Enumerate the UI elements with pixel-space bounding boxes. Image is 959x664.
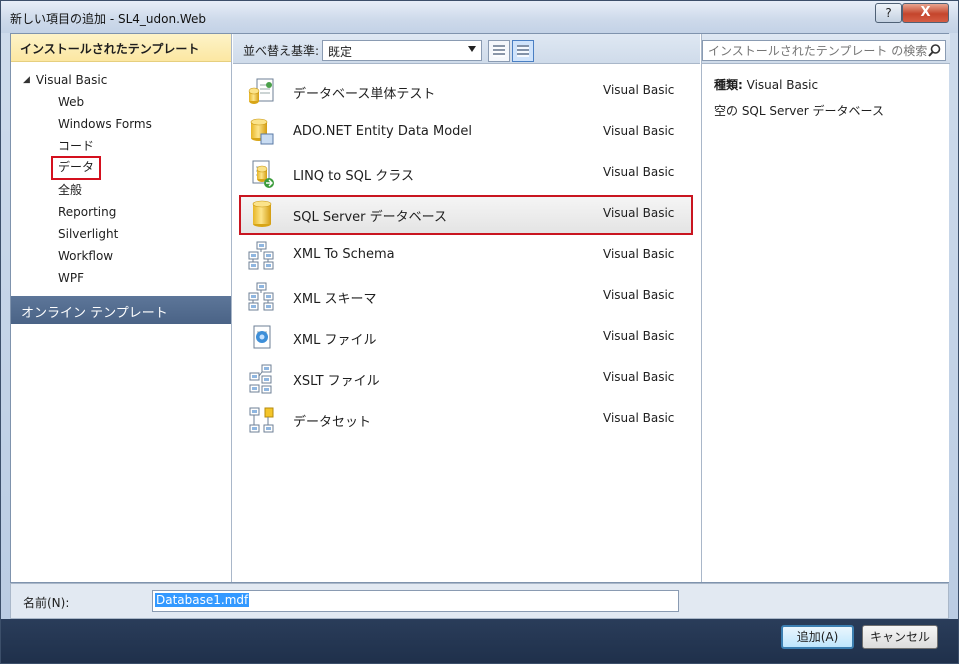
- dialog-content: インストールされたテンプレート ◢ Visual Basic Web Window…: [10, 33, 950, 583]
- template-language: Visual Basic: [603, 206, 675, 220]
- template-description: 空の SQL Server データベース: [714, 104, 884, 118]
- grid-view-icon: [493, 45, 505, 57]
- sort-toolbar: 並べ替え基準: 既定: [233, 34, 700, 64]
- tree-item[interactable]: コード: [58, 136, 94, 156]
- template-item[interactable]: XML To Schema Visual Basic: [239, 236, 693, 276]
- database-unit-test-icon: [247, 77, 277, 107]
- tree-item[interactable]: 全般: [58, 180, 82, 200]
- template-item[interactable]: ADO.NET Entity Data Model Visual Basic: [239, 113, 693, 153]
- chevron-down-icon: [468, 46, 476, 52]
- type-label: 種類:: [714, 78, 743, 92]
- template-language: Visual Basic: [603, 124, 675, 138]
- template-item[interactable]: データセット Visual Basic: [239, 400, 693, 440]
- template-language: Visual Basic: [603, 165, 675, 179]
- template-language: Visual Basic: [603, 329, 675, 343]
- template-name: XML ファイル: [293, 333, 377, 348]
- tree-item[interactable]: Silverlight: [58, 224, 118, 244]
- template-item[interactable]: XSLT ファイル Visual Basic: [239, 359, 693, 399]
- template-name: XML スキーマ: [293, 292, 377, 307]
- template-name: XML To Schema: [293, 247, 395, 262]
- tree-item[interactable]: WPF: [58, 268, 84, 288]
- template-item[interactable]: SQL Server データベース Visual Basic: [239, 195, 693, 235]
- cancel-button[interactable]: キャンセル: [862, 625, 938, 649]
- tree-root-visual-basic[interactable]: ◢ Visual Basic: [23, 73, 107, 87]
- search-icon[interactable]: [928, 44, 941, 57]
- name-label: 名前(N):: [23, 596, 70, 610]
- add-new-item-dialog: 新しい項目の追加 - SL4_udon.Web ? X インストールされたテンプ…: [0, 0, 959, 664]
- template-item[interactable]: データベース単体テスト Visual Basic: [239, 72, 693, 112]
- template-item[interactable]: LINQ to SQL クラス Visual Basic: [239, 154, 693, 194]
- template-category-pane: インストールされたテンプレート ◢ Visual Basic Web Window…: [11, 34, 232, 582]
- template-name: SQL Server データベース: [293, 210, 447, 225]
- template-language: Visual Basic: [603, 411, 675, 425]
- template-name: データセット: [293, 415, 372, 430]
- help-button[interactable]: ?: [875, 3, 902, 23]
- template-item[interactable]: XML スキーマ Visual Basic: [239, 277, 693, 317]
- dataset-icon: [247, 405, 277, 435]
- xml-schema-icon: [247, 282, 277, 312]
- list-view-icon: [517, 45, 529, 57]
- linq-to-sql-icon: [247, 159, 277, 189]
- type-value: Visual Basic: [746, 78, 819, 92]
- template-language: Visual Basic: [603, 370, 675, 384]
- tree-item[interactable]: Reporting: [58, 202, 116, 222]
- tree-item[interactable]: データ: [51, 156, 102, 180]
- sort-selected-value: 既定: [328, 45, 353, 59]
- template-item[interactable]: XML ファイル Visual Basic: [239, 318, 693, 358]
- add-button[interactable]: 追加(A): [781, 625, 854, 649]
- list-view-button[interactable]: [512, 40, 534, 62]
- template-name: ADO.NET Entity Data Model: [293, 124, 473, 139]
- xslt-file-icon: [247, 364, 277, 394]
- template-language: Visual Basic: [603, 247, 675, 261]
- xml-schema-icon: [247, 241, 277, 271]
- sql-database-icon: [247, 200, 277, 230]
- search-bar: [702, 34, 950, 64]
- entity-data-model-icon: [247, 118, 277, 148]
- template-name: XSLT ファイル: [293, 374, 380, 389]
- type-info: 種類: Visual Basic: [714, 76, 818, 93]
- template-language: Visual Basic: [603, 288, 675, 302]
- installed-templates-header[interactable]: インストールされたテンプレート: [11, 34, 231, 62]
- sort-label: 並べ替え基準:: [243, 44, 320, 58]
- collapse-arrow-icon[interactable]: ◢: [23, 75, 30, 85]
- search-input[interactable]: [702, 40, 946, 61]
- name-row: 名前(N): Database1.mdf: [10, 583, 949, 619]
- template-language: Visual Basic: [603, 83, 675, 97]
- title-bar: 新しい項目の追加 - SL4_udon.Web ? X: [1, 1, 958, 33]
- template-list-pane: 並べ替え基準: 既定 データベース単体テスト Visual Basic ADO.…: [233, 34, 700, 582]
- tree-item[interactable]: Web: [58, 92, 84, 112]
- close-button[interactable]: X: [902, 3, 949, 23]
- name-input[interactable]: Database1.mdf: [152, 590, 679, 612]
- xml-file-icon: [247, 323, 277, 353]
- tree-root-label: Visual Basic: [35, 73, 108, 87]
- tree-item[interactable]: Workflow: [58, 246, 113, 266]
- online-templates-header[interactable]: オンライン テンプレート: [11, 296, 231, 324]
- name-input-value: Database1.mdf: [155, 593, 250, 607]
- medium-icons-view-button[interactable]: [488, 40, 510, 62]
- sort-dropdown[interactable]: 既定: [322, 40, 482, 61]
- tree-item[interactable]: Windows Forms: [58, 114, 152, 134]
- template-name: LINQ to SQL クラス: [293, 169, 414, 184]
- button-bar: 追加(A) キャンセル: [1, 619, 958, 663]
- window-title: 新しい項目の追加 - SL4_udon.Web: [10, 12, 207, 26]
- template-details-pane: 種類: Visual Basic 空の SQL Server データベース: [701, 34, 950, 582]
- template-name: データベース単体テスト: [293, 87, 436, 102]
